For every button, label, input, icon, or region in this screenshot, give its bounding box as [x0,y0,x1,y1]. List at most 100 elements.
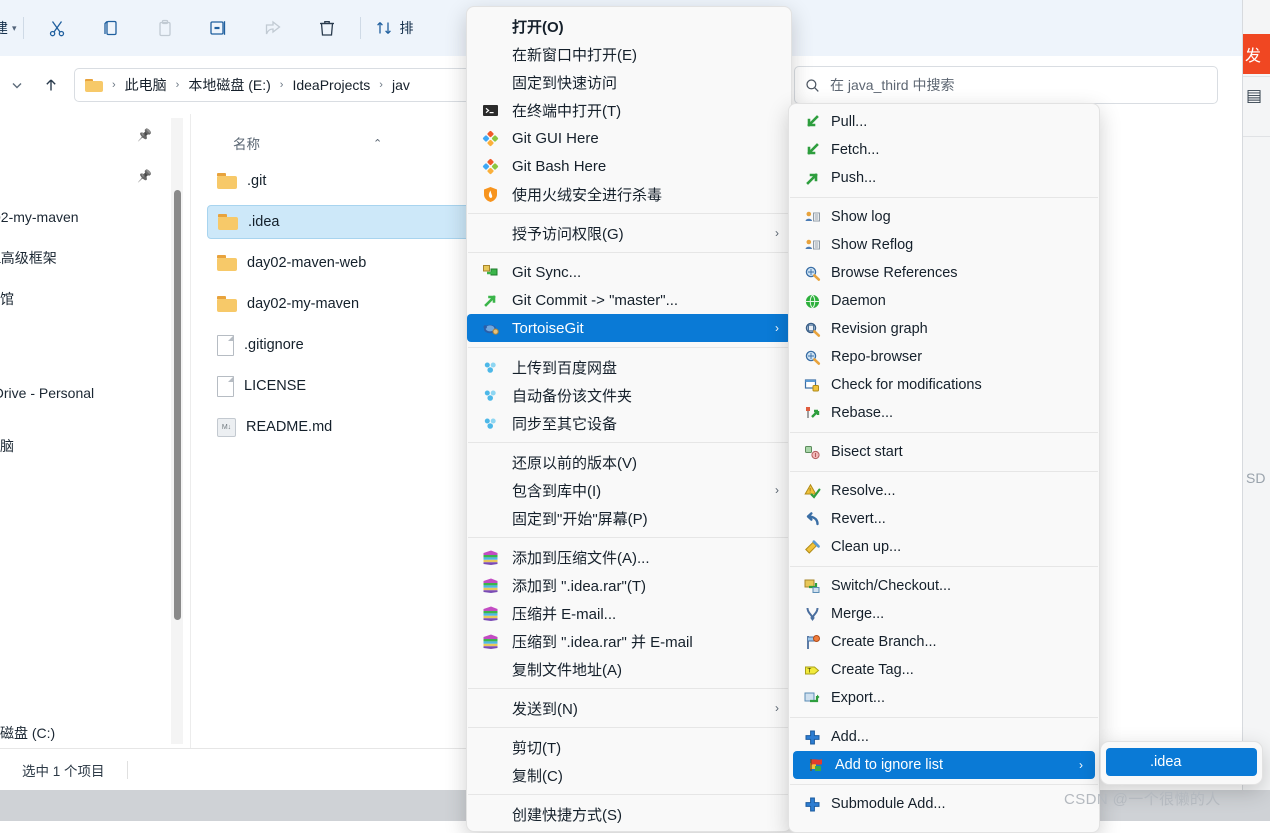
breadcrumb-item-3[interactable]: jav [389,75,413,95]
menu-item-在终端中打开-t[interactable]: 在终端中打开(T) [467,96,791,124]
new-button-label: 建 [0,20,8,36]
menu-item-在新窗口中打开-e[interactable]: 在新窗口中打开(E) [467,40,791,68]
rebase-icon [801,404,823,422]
menu-item-git-bash-here[interactable]: Git Bash Here [467,152,791,180]
sort-ascending-icon: ⌃ [373,138,383,150]
menu-item-add-to-ignore-list[interactable]: Add to ignore list › [793,751,1095,779]
menu-item-idea[interactable]: .idea [1106,748,1257,776]
sidebar-item-9[interactable]: 片 [0,507,170,548]
menu-item-create-tag[interactable]: T Create Tag... [789,656,1099,684]
menu-item-固定到快速访问[interactable]: 固定到快速访问 [467,68,791,96]
menu-item-压缩并-e-mail[interactable]: 压缩并 E-mail... [467,599,791,627]
menu-item-使用火绒安全进行杀毒[interactable]: 使用火绒安全进行杀毒 [467,180,791,208]
sort-button[interactable]: 排 [367,10,422,46]
menu-item-git-gui-here[interactable]: Git GUI Here [467,124,791,152]
sidebar-item-10[interactable]: 档 [0,548,170,589]
sidebar-item-4[interactable]: 技馆 [0,278,170,319]
menu-item-merge[interactable]: Merge... [789,600,1099,628]
menu-item-daemon[interactable]: Daemon [789,287,1099,315]
menu-item-resolve[interactable]: ! Resolve... [789,477,1099,505]
column-header-name[interactable]: 名称 [233,133,260,153]
sidebar-item-6[interactable]: eDrive - Personal [0,372,170,413]
search-input[interactable]: 在 java_third 中搜索 [794,66,1218,104]
menu-item-revision-graph[interactable]: Revision graph [789,315,1099,343]
sidebar-item-2[interactable]: y02-my-maven [0,196,170,237]
winrar-icon [479,548,501,566]
menu-item-label: Git Bash Here [512,157,607,175]
menu-item-创建快捷方式-s[interactable]: 创建快捷方式(S) [467,800,791,828]
menu-item-复制-c[interactable]: 复制(C) [467,761,791,789]
menu-item-压缩到-idea-rar-并-e-mail[interactable]: 压缩到 ".idea.rar" 并 E-mail [467,627,791,655]
sidebar-item-5[interactable]: 他 [0,319,170,360]
daemon-icon [801,292,823,310]
menu-item-label: 压缩到 ".idea.rar" 并 E-mail [512,633,693,651]
menu-item-add[interactable]: Add... [789,723,1099,751]
pin-icon[interactable]: 📌 [137,169,152,183]
menu-item-授予访问权限-g[interactable]: 授予访问权限(G) › [467,219,791,247]
menu-item-打开-o[interactable]: 打开(O) [467,12,791,40]
sidebar-item-12[interactable]: 乐 [0,630,170,671]
cut-button[interactable] [30,10,84,46]
breadcrumb-item-2[interactable]: IdeaProjects [289,75,373,95]
menu-item-push[interactable]: Push... [789,164,1099,192]
menu-item-git-commit-master[interactable]: Git Commit -> "master"... [467,286,791,314]
menu-item-发送到-n[interactable]: 发送到(N) › [467,694,791,722]
menu-item-同步至其它设备[interactable]: 同步至其它设备 [467,409,791,437]
nav-scrollbar-thumb[interactable] [174,190,181,620]
recent-locations-button[interactable] [0,68,34,102]
share-button[interactable] [246,10,300,46]
menu-item-show-reflog[interactable]: Show Reflog [789,231,1099,259]
folder-icon [217,296,237,312]
breadcrumb-item-1[interactable]: 本地磁盘 (E:) [185,73,273,97]
up-button[interactable] [34,68,68,102]
menu-item-check-for-modifications[interactable]: Check for modifications [789,371,1099,399]
menu-item-create-branch[interactable]: Create Branch... [789,628,1099,656]
context-menu[interactable]: 打开(O) 在新窗口中打开(E) 固定到快速访问 在终端中打开(T) Git GUI H… [466,6,792,832]
delete-button[interactable] [300,10,354,46]
rename-button[interactable] [192,10,246,46]
sidebar-item-8[interactable]: 频 [0,466,170,507]
breadcrumb-item-0[interactable]: 此电脑 [122,73,170,97]
sidebar-item-13[interactable]: 面 [0,671,170,712]
menu-item-包含到库中-i[interactable]: 包含到库中(I) › [467,476,791,504]
menu-item-tortoisegit[interactable]: TortoiseGit › [467,314,791,342]
sidebar-item-0[interactable]: 档📌 [0,114,170,155]
menu-item-git-sync[interactable]: Git Sync... [467,258,791,286]
menu-item-repo-browser[interactable]: Repo-browser [789,343,1099,371]
menu-item-browse-references[interactable]: Browse References [789,259,1099,287]
menu-item-switch-checkout[interactable]: Switch/Checkout... [789,572,1099,600]
background-window[interactable]: 发 ▤ SD [1242,0,1270,790]
pin-icon[interactable]: 📌 [137,128,152,142]
merge-icon [801,605,823,623]
menu-item-pull[interactable]: Pull... [789,108,1099,136]
menu-item-固定到-开始-屏幕-p[interactable]: 固定到"开始"屏幕(P) [467,504,791,532]
sidebar-item-3[interactable]: va高级框架 [0,237,170,278]
menu-item-fetch[interactable]: Fetch... [789,136,1099,164]
menu-item-自动备份该文件夹[interactable]: 自动备份该文件夹 [467,381,791,409]
tortoisegit-submenu[interactable]: Pull... Fetch... Push... Show log Show Reflo… [788,103,1100,833]
menu-item-export[interactable]: Export... [789,684,1099,712]
menu-item-添加到压缩文件-a[interactable]: 添加到压缩文件(A)... [467,543,791,571]
menu-item-label: Resolve... [831,483,896,499]
add-to-ignore-submenu[interactable]: .idea [1100,741,1263,785]
copy-button[interactable] [84,10,138,46]
menu-item-label: Export... [831,690,885,706]
menu-item-submodule-add[interactable]: Submodule Add... [789,790,1099,818]
menu-item-clean-up[interactable]: Clean up... [789,533,1099,561]
menu-item-revert[interactable]: Revert... [789,505,1099,533]
sidebar-item-7[interactable]: 电脑 [0,425,170,466]
sidebar-item-11[interactable]: 载 [0,589,170,630]
menu-item-剪切-t[interactable]: 剪切(T) [467,733,791,761]
menu-item-bisect-start[interactable]: Bisect start [789,438,1099,466]
menu-item-rebase[interactable]: Rebase... [789,399,1099,427]
menu-item-添加到-idea-rar-t[interactable]: 添加到 ".idea.rar"(T) [467,571,791,599]
menu-item-show-log[interactable]: Show log [789,203,1099,231]
sidebar-item-1[interactable]: 片📌 [0,155,170,196]
new-button[interactable]: 建 ▾ [0,18,17,38]
menu-item-label: Revision graph [831,321,928,337]
sidebar-item-14[interactable]: 地磁盘 (C:) [0,712,170,748]
menu-item-上传到百度网盘[interactable]: 上传到百度网盘 [467,353,791,381]
menu-item-还原以前的版本-v[interactable]: 还原以前的版本(V) [467,448,791,476]
menu-item-复制文件地址-a[interactable]: 复制文件地址(A) [467,655,791,683]
paste-button[interactable] [138,10,192,46]
